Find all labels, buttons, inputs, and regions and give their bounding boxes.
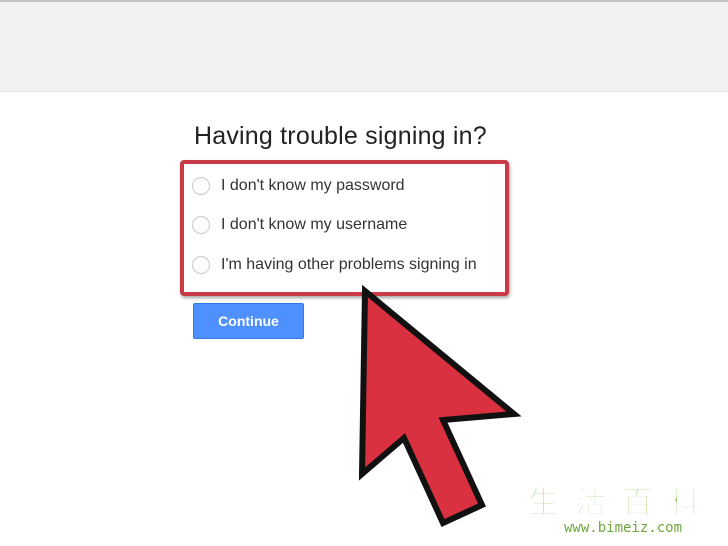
watermark: 生活百科 www.bimeiz.com — [522, 485, 716, 538]
radio-button[interactable] — [192, 216, 210, 234]
watermark-logo: 生活百科 — [528, 485, 716, 520]
option-other-problems[interactable]: I'm having other problems signing in — [192, 253, 477, 277]
option-label: I don't know my password — [221, 177, 405, 194]
watermark-url: www.bimeiz.com — [564, 520, 683, 536]
radio-button[interactable] — [192, 177, 210, 195]
page-title: Having trouble signing in? — [194, 122, 487, 150]
browser-top-bar — [0, 0, 728, 92]
option-label: I'm having other problems signing in — [221, 256, 477, 273]
radio-button[interactable] — [192, 256, 210, 274]
continue-button[interactable]: Continue — [193, 303, 304, 339]
option-forgot-username[interactable]: I don't know my username — [192, 213, 407, 237]
option-forgot-password[interactable]: I don't know my password — [192, 174, 405, 198]
option-label: I don't know my username — [221, 216, 408, 233]
